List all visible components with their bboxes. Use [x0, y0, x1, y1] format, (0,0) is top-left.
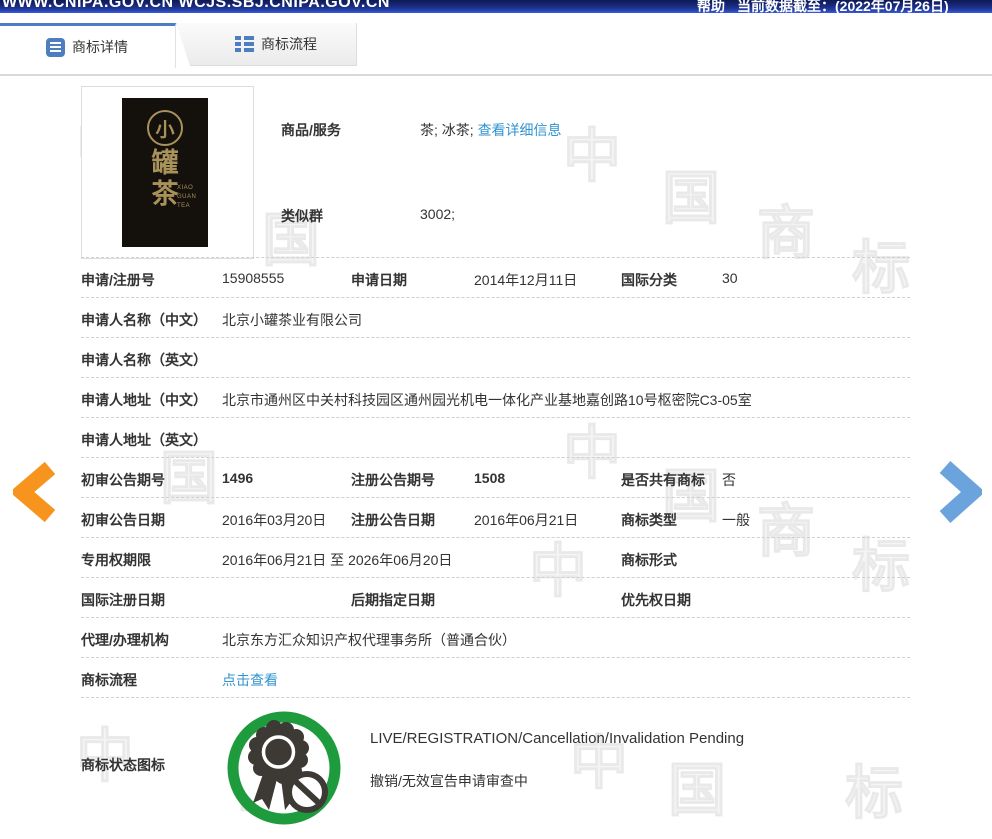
- similar-group-label: 类似群: [281, 206, 323, 226]
- watermark-glyph: 标: [845, 765, 903, 823]
- field-label: 注册公告期号: [351, 470, 435, 490]
- goods-services-value: 茶; 冰茶; 查看详细信息: [420, 120, 562, 140]
- tab-label: 商标详情: [72, 37, 128, 57]
- registration-gazette-date: 2016年06月21日: [474, 510, 578, 530]
- trademark-image: 小 罐 茶 XIAO GUAN TEA: [122, 98, 208, 247]
- field-label: 国际注册日期: [81, 590, 165, 610]
- applicant-address-cn: 北京市通州区中关村科技园区通州园光机电一体化产业基地嘉创路10号枢密院C3-05…: [222, 390, 752, 410]
- field-label: 国际分类: [621, 270, 677, 290]
- field-label: 申请人地址（英文）: [81, 430, 207, 450]
- row-applicant-address-cn: 申请人地址（中文） 北京市通州区中关村科技园区通州园光机电一体化产业基地嘉创路1…: [0, 378, 992, 418]
- row-separator: [81, 697, 910, 698]
- exclusive-right-period: 2016年06月21日 至 2026年06月20日: [222, 550, 452, 570]
- logo-latin-text: XIAO GUAN TEA: [177, 184, 203, 211]
- field-label: 申请/注册号: [81, 270, 155, 290]
- tab-divider-line: [0, 74, 992, 76]
- chevron-left-icon: [13, 461, 57, 523]
- goods-services-label: 商品/服务: [281, 120, 341, 140]
- field-label: 初审公告日期: [81, 510, 165, 530]
- row-international-dates: 国际注册日期 后期指定日期 优先权日期: [0, 578, 992, 618]
- field-label: 申请人地址（中文）: [81, 390, 207, 410]
- top-bar: WWW.CNIPA.GOV.CN WCJS.SBJ.CNIPA.GOV.CN 帮…: [0, 0, 992, 13]
- field-label: 商标形式: [621, 550, 677, 570]
- logo-circle: 小: [147, 110, 183, 146]
- trademark-image-frame: 小 罐 茶 XIAO GUAN TEA: [81, 86, 254, 259]
- field-label: 初审公告期号: [81, 470, 165, 490]
- similar-group-value: 3002;: [420, 206, 455, 222]
- tab-label: 商标流程: [261, 34, 317, 54]
- row-applicant-name-cn: 申请人名称（中文） 北京小罐茶业有限公司: [0, 298, 992, 338]
- status-icon-label: 商标状态图标: [81, 755, 165, 775]
- agency-name: 北京东方汇众知识产权代理事务所（普通合伙）: [222, 630, 516, 650]
- field-label: 商标类型: [621, 510, 677, 530]
- trademark-status-icon: [225, 704, 343, 839]
- status-badge-icon: [225, 704, 343, 834]
- field-label: 代理/办理机构: [81, 630, 169, 650]
- row-applicant-name-en: 申请人名称（英文）: [0, 338, 992, 378]
- international-class: 30: [722, 270, 738, 286]
- field-label: 申请人名称（英文）: [81, 350, 207, 370]
- registration-gazette-number: 1508: [474, 470, 505, 486]
- field-label: 申请日期: [351, 270, 407, 290]
- tab-trademark-details[interactable]: 商标详情: [0, 23, 176, 68]
- field-label: 申请人名称（中文）: [81, 310, 207, 330]
- row-gazette-numbers: 初审公告期号 1496 注册公告期号 1508 是否共有商标 否: [0, 458, 992, 498]
- row-trademark-process: 商标流程 点击查看: [0, 658, 992, 698]
- field-label: 后期指定日期: [351, 590, 435, 610]
- site-url-text: WWW.CNIPA.GOV.CN WCJS.SBJ.CNIPA.GOV.CN: [2, 0, 390, 12]
- document-icon: [46, 38, 65, 57]
- application-date: 2014年12月11日: [474, 270, 577, 290]
- row-agency: 代理/办理机构 北京东方汇众知识产权代理事务所（普通合伙）: [0, 618, 992, 658]
- field-label: 是否共有商标: [621, 470, 705, 490]
- field-label: 商标流程: [81, 670, 137, 690]
- logo-char: 罐: [122, 148, 208, 179]
- row-exclusive-period: 专用权期限 2016年06月21日 至 2026年06月20日 商标形式: [0, 538, 992, 578]
- goods-text: 茶; 冰茶;: [420, 122, 474, 138]
- click-to-view-link[interactable]: 点击查看: [222, 670, 278, 690]
- previous-record-arrow[interactable]: [13, 461, 57, 528]
- preliminary-gazette-date: 2016年03月20日: [222, 510, 326, 530]
- shared-trademark-flag: 否: [722, 470, 736, 490]
- chevron-right-icon: [936, 459, 982, 525]
- list-grid-icon: [235, 36, 254, 53]
- field-label: 优先权日期: [621, 590, 691, 610]
- field-label: 专用权期限: [81, 550, 151, 570]
- data-cutoff-text: 当前数据截至：(2022年07月26日): [737, 0, 949, 13]
- preliminary-gazette-number: 1496: [222, 470, 253, 486]
- view-details-link[interactable]: 查看详细信息: [478, 122, 562, 138]
- tab-trademark-process[interactable]: 商标流程: [176, 23, 357, 66]
- watermark-glyph: 国: [662, 170, 720, 228]
- watermark-glyph: 中: [563, 128, 621, 186]
- registration-number: 15908555: [222, 270, 284, 286]
- trademark-type: 一般: [722, 510, 750, 530]
- help-link[interactable]: 帮助: [697, 0, 725, 13]
- next-record-arrow[interactable]: [936, 459, 982, 530]
- field-label: 注册公告日期: [351, 510, 435, 530]
- status-text-cn: 撤销/无效宣告申请审查中: [370, 771, 528, 791]
- watermark-glyph: 国: [668, 762, 726, 820]
- status-text-en: LIVE/REGISTRATION/Cancellation/Invalidat…: [370, 730, 744, 747]
- watermark-glyph: 商: [757, 205, 815, 263]
- row-applicant-address-en: 申请人地址（英文）: [0, 418, 992, 458]
- applicant-name-cn: 北京小罐茶业有限公司: [222, 310, 362, 330]
- row-registration-number: 申请/注册号 15908555 申请日期 2014年12月11日 国际分类 30: [0, 258, 992, 298]
- logo-char: 小: [155, 115, 174, 142]
- row-gazette-dates: 初审公告日期 2016年03月20日 注册公告日期 2016年06月21日 商标…: [0, 498, 992, 538]
